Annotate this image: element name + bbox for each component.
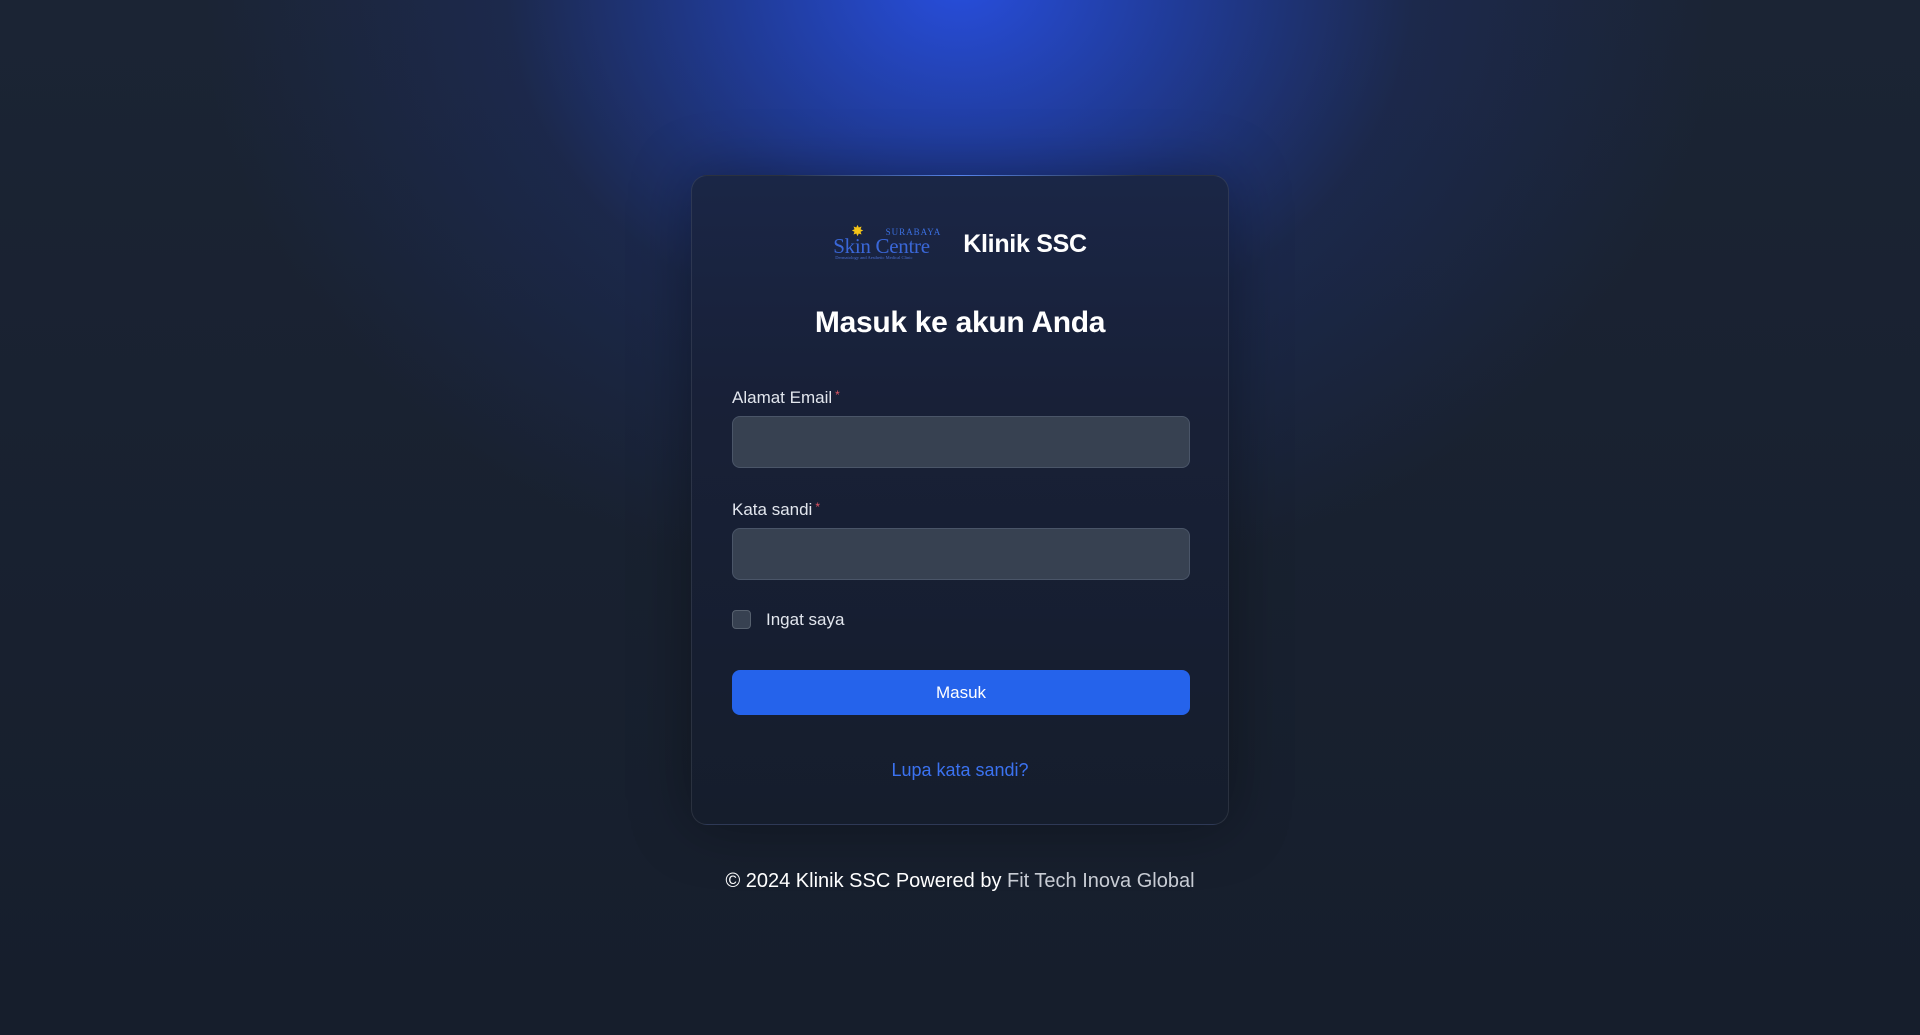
email-label: Alamat Email *	[732, 388, 840, 408]
remember-me-checkbox[interactable]	[732, 610, 751, 629]
footer-copyright: © 2024 Klinik SSC Powered by	[725, 870, 1008, 892]
brand-header: ✸ SURABAYA Skin Centre Dermatology and A…	[692, 224, 1228, 264]
brand-name: Klinik SSC	[963, 229, 1087, 258]
email-label-text: Alamat Email	[732, 388, 833, 407]
forgot-password-link[interactable]: Lupa kata sandi?	[692, 760, 1228, 781]
skin-centre-logo: ✸ SURABAYA Skin Centre Dermatology and A…	[833, 224, 943, 262]
password-label: Kata sandi *	[732, 500, 820, 520]
footer-company-link[interactable]: Fit Tech Inova Global	[1007, 870, 1195, 892]
login-button[interactable]: Masuk	[732, 670, 1190, 715]
remember-me-label[interactable]: Ingat saya	[766, 610, 844, 630]
login-card: ✸ SURABAYA Skin Centre Dermatology and A…	[691, 175, 1229, 825]
logo-sub-text: Dermatology and Aesthetic Medical Clinic	[835, 255, 913, 260]
page-title: Masuk ke akun Anda	[814, 306, 1106, 339]
email-required-mark: *	[835, 388, 840, 402]
password-field[interactable]	[732, 528, 1190, 580]
password-label-text: Kata sandi	[732, 500, 813, 519]
email-field[interactable]	[732, 416, 1190, 468]
password-required-mark: *	[815, 500, 821, 514]
footer: © 2024 Klinik SSC Powered by Fit Tech In…	[0, 870, 1920, 893]
